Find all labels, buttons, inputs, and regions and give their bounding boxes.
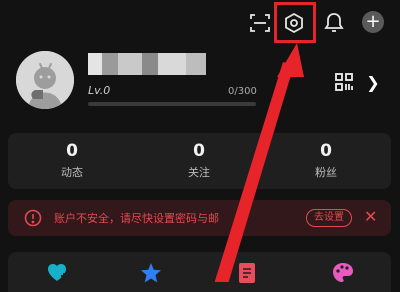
security-warning-banner: 账户不安全，请尽快设置密码与邮 去设置 ✕ bbox=[8, 200, 391, 236]
stat-following[interactable]: 0 关注 bbox=[159, 140, 239, 180]
scan-icon[interactable] bbox=[248, 11, 272, 35]
stat-followers-label: 粉丝 bbox=[315, 166, 337, 179]
warning-text: 账户不安全，请尽快设置密码与邮 bbox=[54, 212, 219, 225]
settings-highlight-box bbox=[274, 2, 316, 43]
star-icon[interactable] bbox=[140, 262, 162, 284]
stat-following-label: 关注 bbox=[188, 166, 210, 179]
document-icon[interactable] bbox=[236, 262, 258, 284]
warning-circle-icon bbox=[24, 209, 42, 227]
close-icon[interactable]: ✕ bbox=[364, 208, 377, 226]
qr-code-icon[interactable] bbox=[334, 72, 354, 92]
go-settings-button[interactable]: 去设置 bbox=[306, 209, 352, 227]
avatar[interactable] bbox=[16, 51, 74, 109]
add-button[interactable]: + bbox=[362, 11, 384, 33]
stat-following-value: 0 bbox=[193, 141, 205, 161]
stat-posts-value: 0 bbox=[66, 141, 78, 161]
chevron-right-icon[interactable]: ❯ bbox=[366, 72, 380, 92]
stat-followers[interactable]: 0 粉丝 bbox=[286, 140, 366, 180]
stat-posts[interactable]: 0 动态 bbox=[32, 140, 112, 180]
default-avatar-icon bbox=[16, 51, 74, 109]
bell-icon[interactable] bbox=[322, 11, 346, 35]
level-progress-bar bbox=[88, 102, 256, 106]
progress-text: 0/300 bbox=[228, 86, 257, 97]
stat-followers-value: 0 bbox=[320, 141, 332, 161]
heart-plus-icon[interactable] bbox=[46, 262, 68, 284]
username-blurred bbox=[88, 53, 206, 75]
stats-card: 0 动态 0 关注 0 粉丝 bbox=[8, 133, 391, 189]
stat-posts-label: 动态 bbox=[61, 166, 83, 179]
level-label: Lv.0 bbox=[88, 84, 111, 97]
palette-icon[interactable] bbox=[332, 262, 354, 284]
tools-card bbox=[8, 252, 391, 292]
